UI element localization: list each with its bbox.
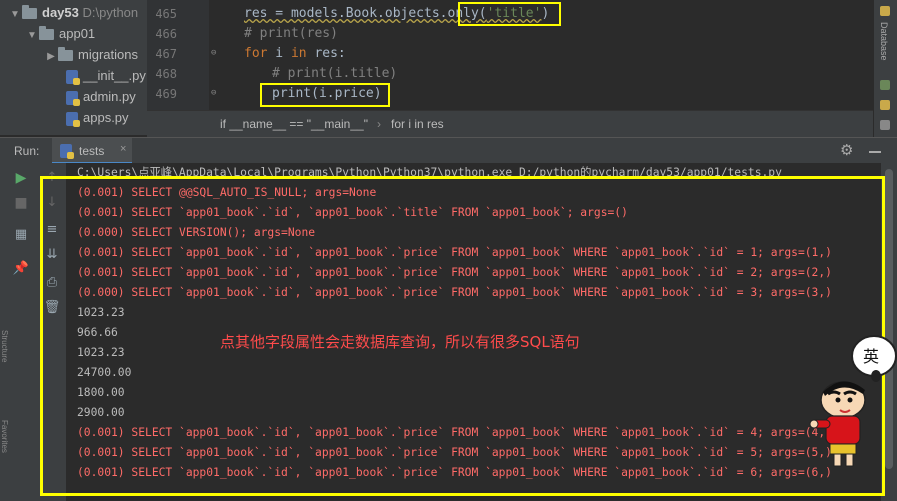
- highlight-box-print-price: [260, 83, 390, 107]
- breadcrumb: if __name__ == "__main__" › for i in res: [147, 110, 873, 138]
- project-tree: ▼ day53 D:\python ▼ app01 ▶ migrations __in…: [0, 0, 147, 135]
- python-file-icon: [60, 144, 74, 159]
- edge-label[interactable]: Structure: [0, 330, 9, 362]
- right-tool-strip: Database: [873, 0, 897, 140]
- tree-item-migrations[interactable]: ▶ migrations: [44, 44, 138, 65]
- breadcrumb-separator: ›: [377, 117, 381, 131]
- tool-icon[interactable]: [880, 120, 890, 130]
- line-number: 466: [155, 27, 177, 41]
- code-line-468: # print(i.title): [272, 66, 398, 81]
- breadcrumb-item-for[interactable]: for i in res: [391, 111, 444, 138]
- close-icon[interactable]: ×: [120, 143, 126, 155]
- folder-icon: [39, 26, 54, 41]
- line-number: 467: [155, 47, 177, 61]
- chevron-down-icon[interactable]: ▼: [25, 25, 39, 46]
- highlight-box-only-title: [458, 2, 561, 26]
- folder-icon: [22, 5, 37, 20]
- fold-icon[interactable]: ⊖: [211, 88, 216, 98]
- breadcrumb-item-main[interactable]: if __name__ == "__main__": [220, 111, 368, 138]
- bubble-glyph: 英: [863, 347, 879, 366]
- code-line-466: # print(res): [244, 26, 338, 41]
- cartoon-character-icon: 英: [809, 335, 897, 467]
- left-edge-strip: Structure Favorites: [0, 300, 9, 501]
- stop-icon[interactable]: ■: [11, 193, 31, 213]
- run-tool-bar: Run: tests × ⚙: [0, 137, 897, 164]
- code-editor[interactable]: ⊖ ⊖ res = models.Book.objects.only('titl…: [209, 0, 873, 110]
- tree-item-admin[interactable]: admin.py: [66, 86, 136, 107]
- highlight-box-console: [40, 176, 885, 496]
- edge-label[interactable]: Favorites: [0, 420, 9, 453]
- scientific-icon[interactable]: [880, 80, 890, 90]
- folder-icon: [58, 47, 73, 62]
- tree-item-apps[interactable]: apps.py: [66, 107, 129, 128]
- layout-icon[interactable]: ▦: [11, 225, 31, 245]
- run-tab-label: tests: [79, 144, 105, 158]
- run-tab-tests[interactable]: tests ×: [52, 138, 132, 164]
- tree-item-init[interactable]: __init__.py: [66, 65, 146, 86]
- sciview-icon[interactable]: [880, 100, 890, 110]
- python-file-icon: [66, 69, 80, 85]
- fold-icon[interactable]: ⊖: [211, 48, 216, 58]
- tree-item-day53[interactable]: ▼ day53 D:\python: [8, 2, 138, 23]
- gear-icon[interactable]: ⚙: [840, 141, 853, 159]
- project-path: D:\python: [82, 5, 139, 20]
- code-line-467: for i in res:: [244, 46, 346, 61]
- chevron-down-icon[interactable]: ▼: [8, 4, 22, 25]
- run-icon[interactable]: ▶: [11, 168, 31, 188]
- line-number: 469: [155, 87, 177, 101]
- pin-icon[interactable]: 📌: [11, 259, 31, 279]
- database-tool-label[interactable]: Database: [879, 22, 889, 61]
- editor-gutter: 465 466 467 468 469 ●: [147, 0, 231, 110]
- run-label: Run:: [14, 144, 40, 158]
- python-file-icon: [66, 111, 80, 127]
- tree-item-app01[interactable]: ▼ app01: [25, 23, 95, 44]
- line-number: 465: [155, 7, 177, 21]
- line-number: 468: [155, 67, 177, 81]
- python-file-icon: [66, 90, 80, 106]
- chevron-right-icon[interactable]: ▶: [44, 46, 58, 67]
- database-icon[interactable]: [880, 6, 890, 16]
- minimize-icon[interactable]: [869, 151, 881, 153]
- cartoon-sticker: 英: [808, 328, 897, 478]
